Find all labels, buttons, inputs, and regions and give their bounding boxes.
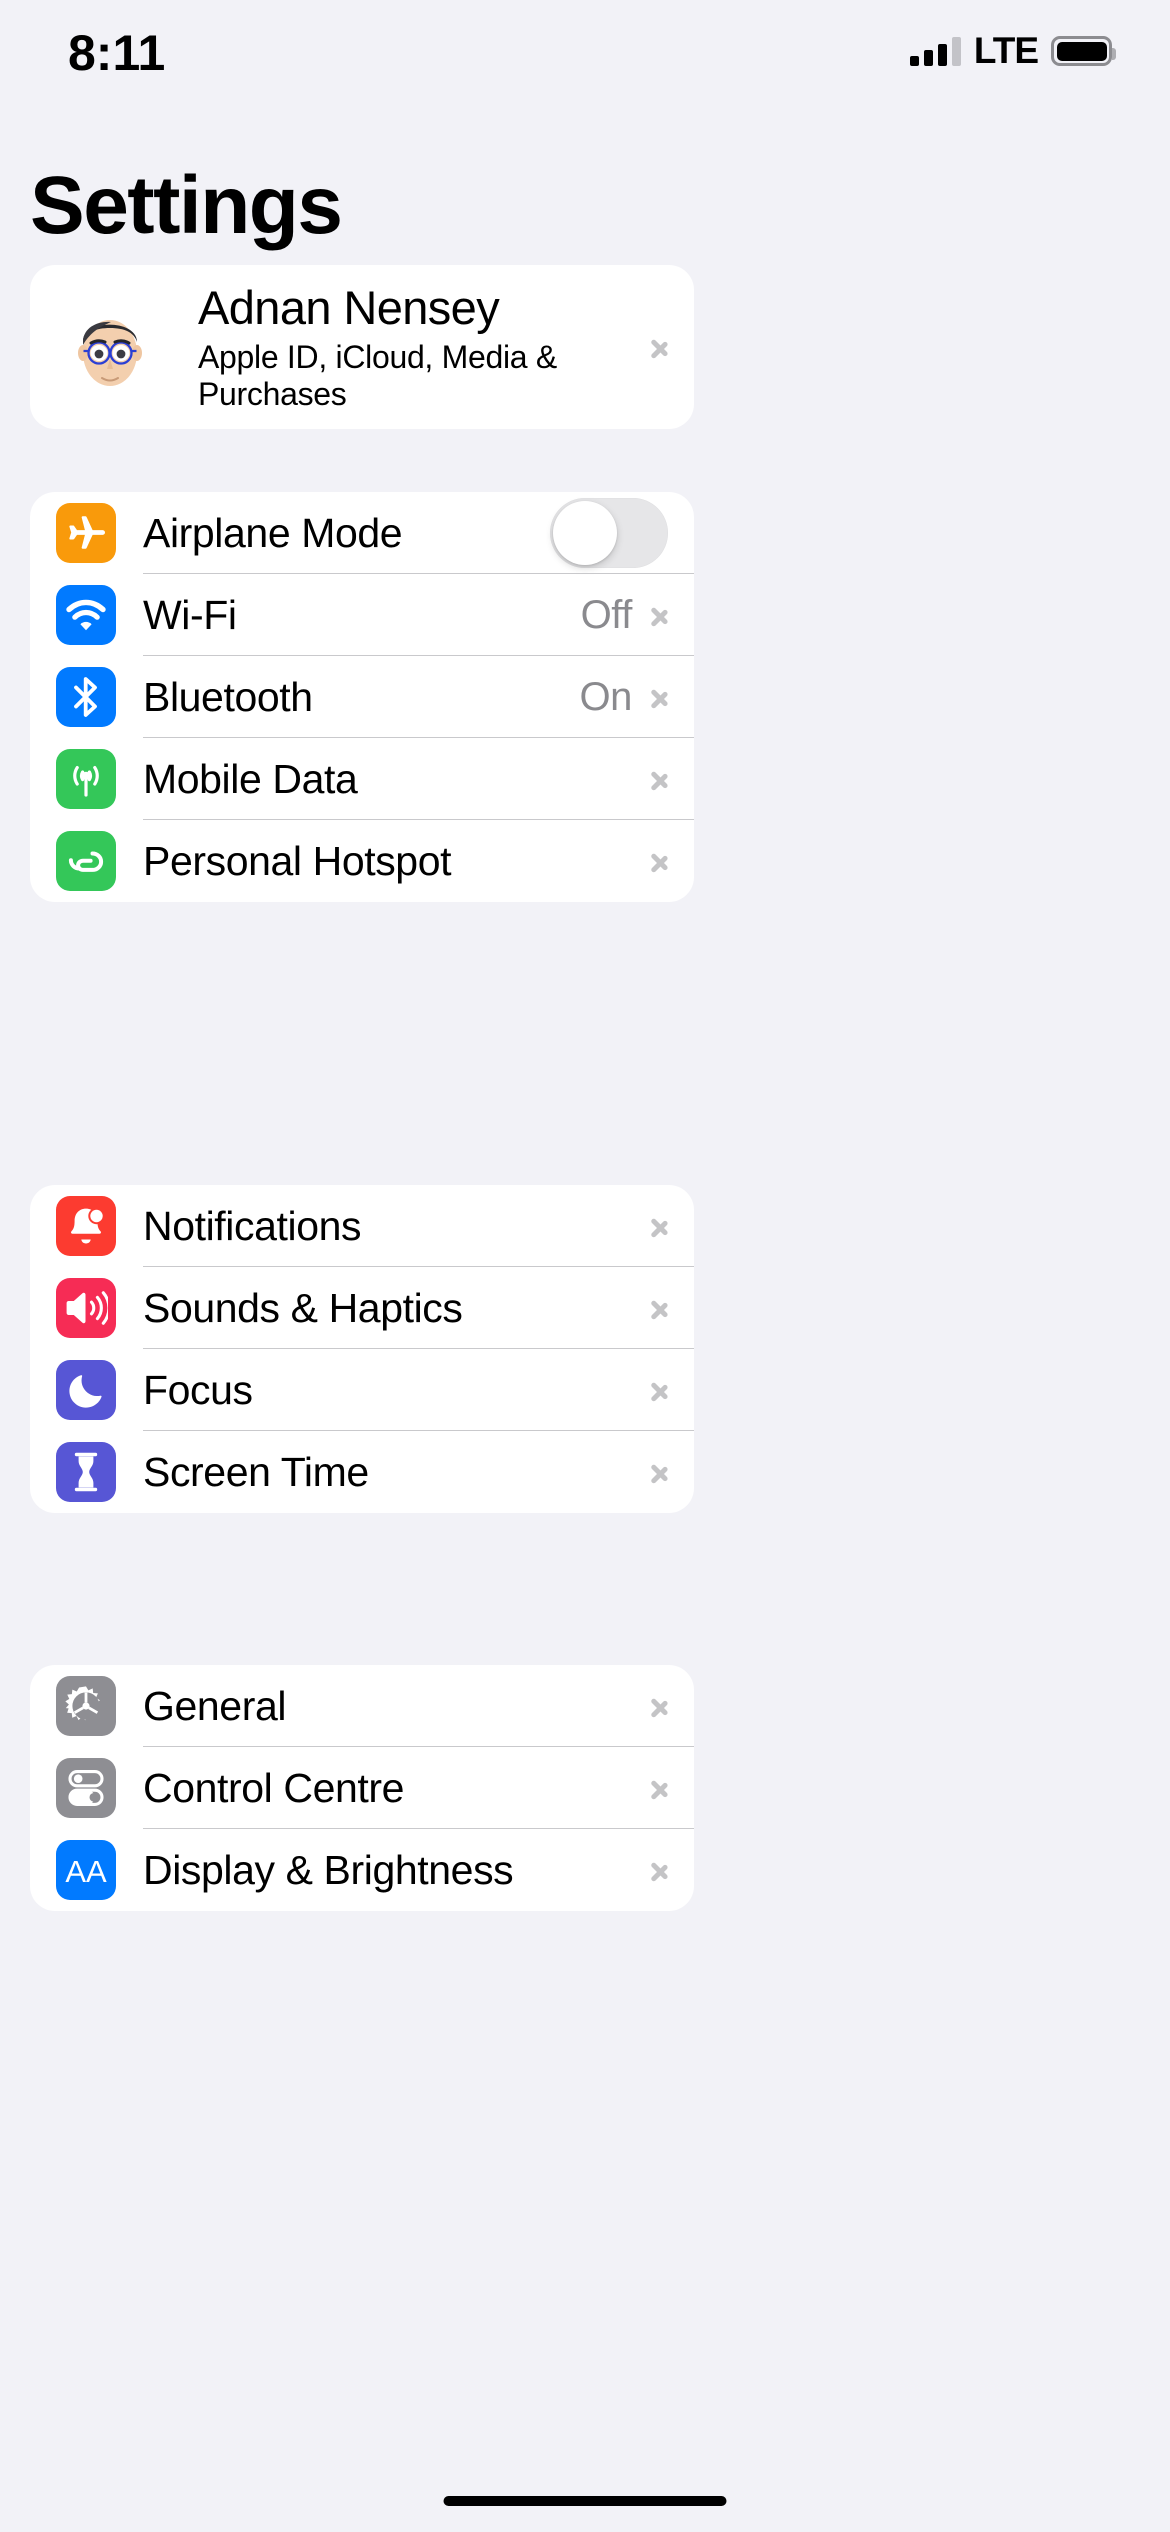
settings-row-label: Personal Hotspot xyxy=(143,837,452,884)
apple-id-row[interactable]: Adnan Nensey Apple ID, iCloud, Media & P… xyxy=(30,265,694,429)
chevron-right-icon xyxy=(650,1456,668,1488)
chevron-right-icon xyxy=(650,1210,668,1242)
chevron-right-icon xyxy=(650,845,668,877)
apple-id-name: Adnan Nensey xyxy=(198,280,500,334)
chevron-right-icon xyxy=(650,1772,668,1804)
toggle-knob xyxy=(553,501,617,565)
control-centre-icon xyxy=(56,1758,116,1818)
apple-id-card[interactable]: Adnan Nensey Apple ID, iCloud, Media & P… xyxy=(30,265,694,429)
speaker-icon xyxy=(56,1278,116,1338)
chevron-right-icon xyxy=(650,763,668,795)
settings-row-value: On xyxy=(579,674,632,719)
settings-group-alerts: Notifications Sounds & Haptics Focus Screen… xyxy=(30,1185,694,1513)
wifi-icon xyxy=(56,585,116,645)
settings-row-label: Screen Time xyxy=(143,1448,369,1495)
settings-row-general[interactable]: General xyxy=(30,1665,694,1747)
battery-icon xyxy=(1051,36,1116,66)
status-bar-indicators: LTE xyxy=(909,30,1116,72)
settings-group-connectivity: Airplane Mode Wi-Fi Off Bluetooth On Mobile D… xyxy=(30,492,694,902)
apple-id-subtitle: Apple ID, iCloud, Media & Purchases xyxy=(198,339,557,413)
hourglass-icon xyxy=(56,1442,116,1502)
settings-row-label: Mobile Data xyxy=(143,755,358,802)
settings-row-label: Wi-Fi xyxy=(143,591,237,638)
home-indicator[interactable] xyxy=(443,2496,727,2506)
settings-row-mobile-data[interactable]: Mobile Data xyxy=(30,738,694,820)
status-bar: 8:11 LTE xyxy=(0,0,1170,104)
chevron-right-icon xyxy=(650,599,668,631)
status-bar-time: 8:11 xyxy=(68,25,166,81)
settings-screen: 8:11 LTE Settings Adnan Nensey Apple ID,… xyxy=(0,0,1170,2532)
settings-row-display-brightness[interactable]: AA Display & Brightness xyxy=(30,1829,694,1911)
settings-row-label: Notifications xyxy=(143,1202,362,1249)
bell-icon xyxy=(56,1196,116,1256)
settings-row-sounds-haptics[interactable]: Sounds & Haptics xyxy=(30,1267,694,1349)
airplane-icon xyxy=(56,503,116,563)
personal-hotspot-icon xyxy=(56,831,116,891)
cellular-signal-icon xyxy=(909,36,961,66)
page-title: Settings xyxy=(30,160,343,251)
settings-row-control-centre[interactable]: Control Centre xyxy=(30,1747,694,1829)
moon-icon xyxy=(56,1360,116,1420)
chevron-right-icon xyxy=(650,1374,668,1406)
settings-row-screen-time[interactable]: Screen Time xyxy=(30,1431,694,1513)
settings-row-label: Sounds & Haptics xyxy=(143,1284,463,1331)
network-type-label: LTE xyxy=(973,30,1039,71)
gear-icon xyxy=(56,1676,116,1736)
svg-text:AA: AA xyxy=(65,1854,107,1887)
mobile-data-icon xyxy=(56,749,116,809)
settings-row-label: Control Centre xyxy=(143,1764,405,1811)
settings-row-notifications[interactable]: Notifications xyxy=(30,1185,694,1267)
settings-row-label: Airplane Mode xyxy=(143,509,403,556)
airplane-mode-toggle[interactable] xyxy=(550,498,668,568)
chevron-right-icon xyxy=(650,1292,668,1324)
settings-row-label: Bluetooth xyxy=(143,673,313,720)
bluetooth-icon xyxy=(56,667,116,727)
settings-row-label: Display & Brightness xyxy=(143,1846,514,1893)
chevron-right-icon xyxy=(650,1690,668,1722)
memoji-avatar xyxy=(64,301,156,393)
display-aa-icon: AA xyxy=(56,1840,116,1900)
settings-row-label: General xyxy=(143,1682,287,1729)
settings-row-label: Focus xyxy=(143,1366,253,1413)
settings-row-wi-fi[interactable]: Wi-Fi Off xyxy=(30,574,694,656)
settings-row-airplane-mode[interactable]: Airplane Mode xyxy=(30,492,694,574)
chevron-right-icon xyxy=(650,681,668,713)
settings-row-personal-hotspot[interactable]: Personal Hotspot xyxy=(30,820,694,902)
settings-group-system: General Control Centre AA Display & Brightn… xyxy=(30,1665,694,1911)
chevron-right-icon xyxy=(650,331,668,363)
apple-id-text: Adnan Nensey Apple ID, iCloud, Media & P… xyxy=(198,281,650,413)
chevron-right-icon xyxy=(650,1854,668,1886)
settings-row-focus[interactable]: Focus xyxy=(30,1349,694,1431)
settings-row-value: Off xyxy=(580,592,633,637)
settings-row-bluetooth[interactable]: Bluetooth On xyxy=(30,656,694,738)
